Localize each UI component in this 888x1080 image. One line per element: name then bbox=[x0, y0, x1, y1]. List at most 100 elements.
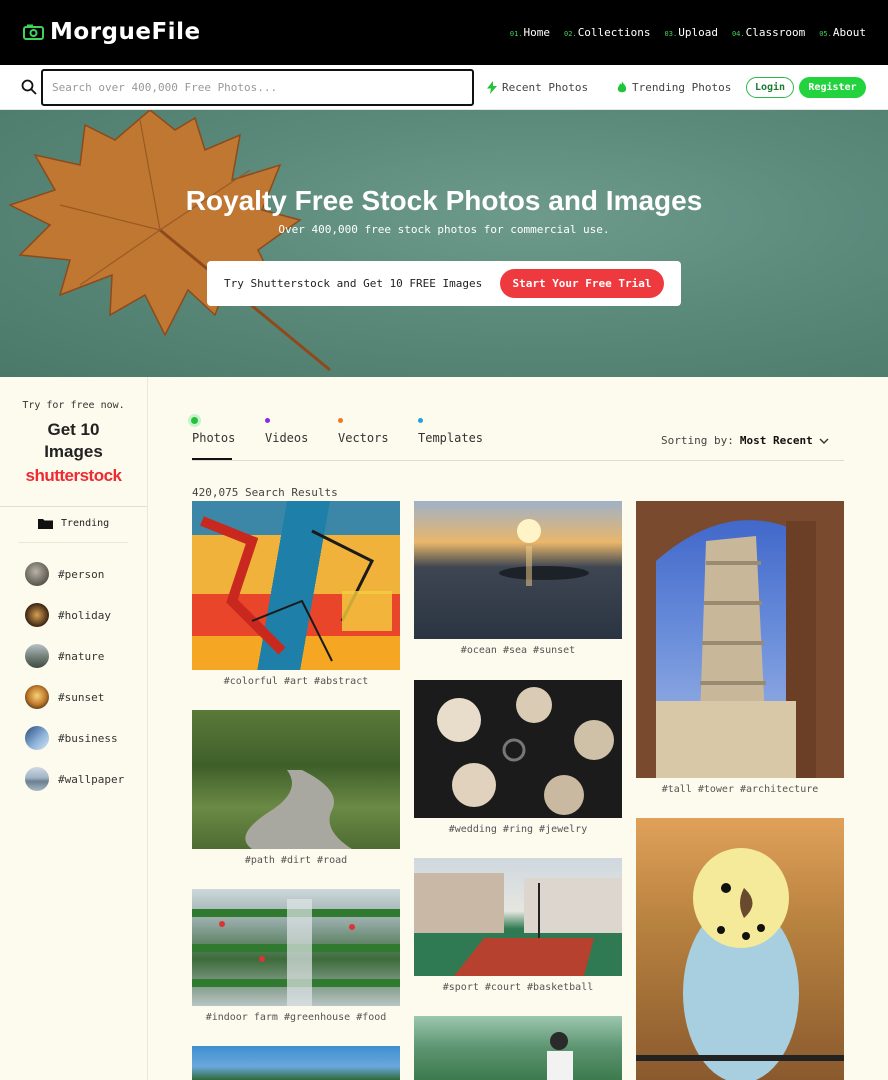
flame-icon bbox=[617, 81, 627, 93]
trending-photos-label: Trending Photos bbox=[632, 81, 732, 94]
nav-label: Classroom bbox=[745, 26, 806, 39]
tab-label: Photos bbox=[192, 431, 236, 445]
tag-nature[interactable]: #nature bbox=[25, 644, 104, 668]
tab-dot bbox=[418, 418, 423, 423]
nav-number: 02. bbox=[564, 30, 577, 38]
tag-business[interactable]: #business bbox=[25, 726, 118, 750]
shutterstock-promo[interactable]: Try for free now. Get 10 Images shutters… bbox=[0, 377, 147, 507]
shutterstock-cta-box: Try Shutterstock and Get 10 FREE Images … bbox=[207, 261, 681, 306]
photo-dirt-path[interactable] bbox=[192, 710, 400, 849]
tag-sunset[interactable]: #sunset bbox=[25, 685, 104, 709]
brand-name: MorgueFile bbox=[50, 19, 201, 45]
abstract-strokes bbox=[200, 516, 392, 662]
hero-subtitle: Over 400,000 free stock photos for comme… bbox=[278, 223, 610, 236]
start-free-trial-button[interactable]: Start Your Free Trial bbox=[500, 269, 664, 298]
nav-collections[interactable]: 02. Collections bbox=[564, 26, 651, 39]
roses-illustration bbox=[437, 687, 614, 815]
nav-number: 04. bbox=[731, 30, 745, 38]
photo-tags[interactable]: #ocean #sea #sunset bbox=[414, 645, 622, 656]
trending-photos-link[interactable]: Trending Photos bbox=[617, 81, 731, 94]
photo-tags[interactable]: #wedding #ring #jewelry bbox=[414, 824, 622, 835]
tag-holiday[interactable]: #holiday bbox=[25, 603, 111, 627]
tag-thumbnail bbox=[25, 685, 49, 709]
tag-label: #person bbox=[58, 567, 105, 581]
logo[interactable]: MorgueFile bbox=[23, 19, 201, 45]
photo-indoor-farm[interactable] bbox=[192, 889, 400, 1006]
nav-classroom[interactable]: 04. Classroom bbox=[732, 26, 805, 39]
sort-value: Most Recent bbox=[739, 434, 813, 447]
results-count: 420,075 Search Results bbox=[192, 486, 338, 499]
folder-icon bbox=[38, 519, 53, 529]
photo-tags[interactable]: #sport #court #basketball bbox=[414, 982, 622, 993]
photo-tags[interactable]: #indoor farm #greenhouse #food bbox=[192, 1012, 400, 1023]
tag-label: #business bbox=[58, 731, 118, 745]
photo-greenhouse-person[interactable] bbox=[414, 1016, 622, 1080]
sort-dropdown[interactable]: Sorting by: Most Recent bbox=[661, 434, 829, 447]
tag-label: #wallpaper bbox=[58, 772, 125, 786]
path-illustration bbox=[245, 770, 352, 849]
tag-thumbnail bbox=[25, 644, 49, 668]
sidebar: Try for free now. Get 10 Images shutters… bbox=[0, 377, 148, 1080]
chevron-down-icon bbox=[819, 438, 829, 444]
nav-label: Home bbox=[523, 26, 551, 39]
tag-thumbnail bbox=[25, 726, 49, 750]
sort-label: Sorting by: bbox=[661, 434, 734, 447]
hero-banner: Royalty Free Stock Photos and Images Ove… bbox=[0, 110, 888, 377]
search-icon[interactable] bbox=[21, 79, 37, 95]
register-button[interactable]: Register bbox=[799, 77, 866, 98]
photo-forest-sky[interactable] bbox=[192, 1046, 400, 1080]
tag-thumbnail bbox=[25, 562, 49, 586]
camera-icon bbox=[23, 24, 44, 40]
recent-photos-label: Recent Photos bbox=[502, 81, 589, 94]
divider bbox=[18, 542, 128, 543]
nav-label: Collections bbox=[577, 26, 651, 39]
nav-about[interactable]: 05. About bbox=[819, 26, 866, 39]
photo-abstract-art[interactable] bbox=[192, 501, 400, 670]
photo-tags[interactable]: #colorful #art #abstract bbox=[192, 676, 400, 687]
nav-label: About bbox=[832, 26, 866, 39]
tab-label: Videos bbox=[265, 431, 309, 445]
nav-upload[interactable]: 03. Upload bbox=[665, 26, 718, 39]
tag-thumbnail bbox=[25, 603, 49, 627]
cta-text: Try Shutterstock and Get 10 FREE Images bbox=[224, 277, 483, 290]
tab-dot bbox=[191, 417, 198, 424]
nav-number: 03. bbox=[664, 30, 678, 38]
nav-label: Upload bbox=[678, 26, 718, 39]
photo-tags[interactable]: #path #dirt #road bbox=[192, 855, 400, 866]
nav-number: 05. bbox=[819, 30, 832, 38]
photo-tags[interactable]: #tall #tower #architecture bbox=[636, 784, 844, 795]
trending-label: Trending bbox=[61, 518, 110, 529]
greenhouse-illustration bbox=[547, 1032, 573, 1080]
login-button[interactable]: Login bbox=[746, 77, 794, 98]
promo-small-text: Try for free now. bbox=[22, 400, 125, 411]
nav-home[interactable]: 01. Home bbox=[510, 26, 550, 39]
maple-leaf-image bbox=[8, 110, 331, 372]
lightning-icon bbox=[487, 81, 497, 94]
tower-illustration bbox=[636, 501, 844, 778]
hero-title: Royalty Free Stock Photos and Images bbox=[185, 185, 703, 216]
tab-dot bbox=[265, 418, 270, 423]
tag-label: #sunset bbox=[58, 690, 105, 704]
recent-photos-link[interactable]: Recent Photos bbox=[487, 81, 588, 94]
promo-headline: Get 10 Images bbox=[44, 420, 103, 461]
photo-wedding-roses[interactable] bbox=[414, 680, 622, 818]
trending-header: Trending bbox=[38, 518, 109, 529]
tab-dot bbox=[338, 418, 343, 423]
photo-ocean-sunset[interactable] bbox=[414, 501, 622, 639]
court-illustration bbox=[414, 873, 622, 976]
tag-wallpaper[interactable]: #wallpaper bbox=[25, 767, 124, 791]
nav-number: 01. bbox=[509, 30, 523, 38]
shutterstock-logo: shutterstock bbox=[25, 466, 122, 485]
photo-basketball-court[interactable] bbox=[414, 858, 622, 976]
farm-illustration bbox=[192, 899, 400, 1006]
photo-leaning-tower[interactable] bbox=[636, 501, 844, 778]
parrot-illustration bbox=[636, 848, 844, 1080]
tabs-divider bbox=[192, 460, 844, 461]
search-input[interactable] bbox=[41, 69, 474, 106]
active-tab-indicator bbox=[192, 458, 232, 460]
tab-label: Vectors bbox=[338, 431, 389, 445]
tag-thumbnail bbox=[25, 767, 49, 791]
main-nav: 01. Home 02. Collections 03. Upload 04. Clas… bbox=[510, 26, 866, 39]
tag-person[interactable]: #person bbox=[25, 562, 104, 586]
photo-budgie-parrot[interactable] bbox=[636, 818, 844, 1080]
